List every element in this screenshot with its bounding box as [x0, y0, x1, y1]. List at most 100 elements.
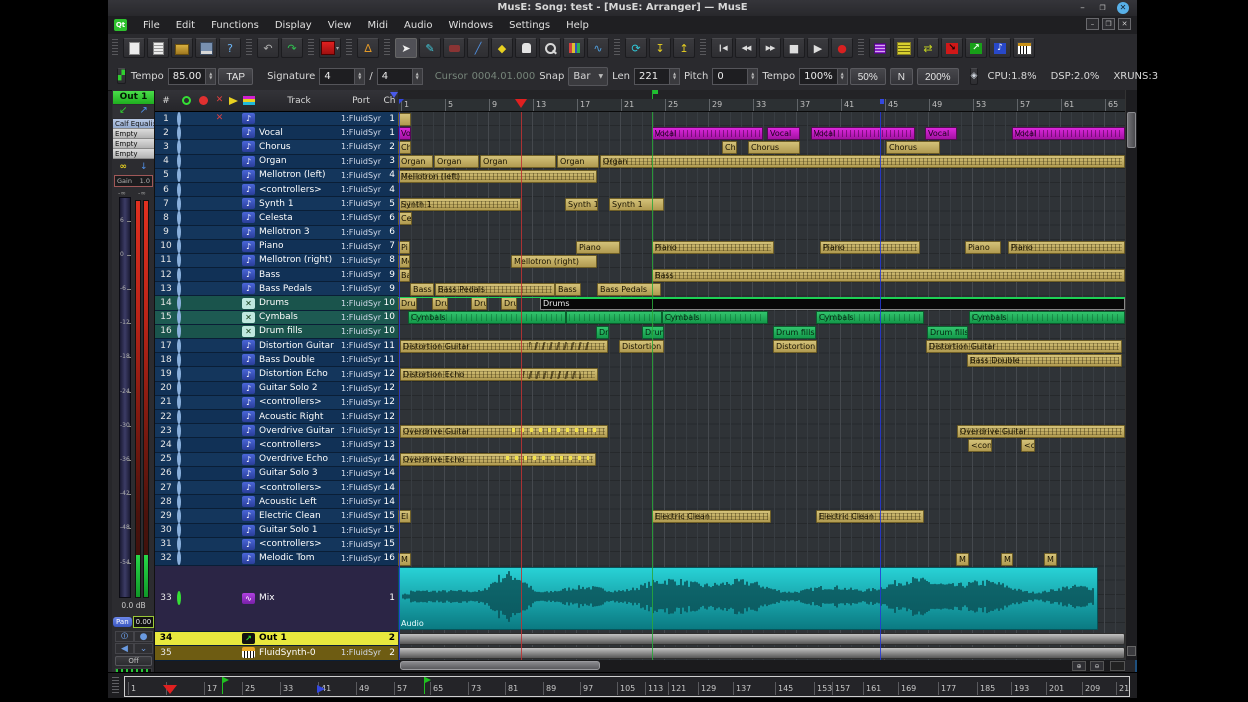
record-arm-ring[interactable] — [177, 452, 181, 466]
record-arm-icon[interactable] — [177, 383, 195, 393]
mute-column-icon[interactable] — [199, 96, 208, 105]
master-track-button[interactable]: ↗ — [965, 38, 987, 58]
solo-column-icon[interactable]: ✕ — [212, 96, 227, 105]
track-name[interactable]: Electric Clean — [257, 511, 341, 521]
track-port[interactable]: 1:FluidSyr — [341, 142, 381, 151]
track-name[interactable]: Cymbals — [257, 312, 341, 322]
record-arm-icon[interactable] — [177, 539, 195, 549]
part[interactable]: Drum — [501, 297, 517, 310]
record-arm-icon[interactable] — [177, 255, 195, 265]
record-arm-icon[interactable] — [177, 355, 195, 365]
track-row-Celesta[interactable]: 8♪Celesta1:FluidSyr6 — [155, 211, 398, 225]
track-row-Piano[interactable]: 10♪Piano1:FluidSyr7 — [155, 240, 398, 254]
part[interactable]: Cymbals — [969, 311, 1125, 324]
record-arm-ring[interactable] — [177, 424, 181, 438]
track-channel[interactable]: 13 — [381, 426, 398, 436]
menu-audio[interactable]: Audio — [396, 18, 440, 33]
part[interactable]: Chorus — [748, 141, 800, 154]
scroll-corner-button[interactable] — [1110, 661, 1125, 671]
record-arm-icon[interactable] — [177, 270, 195, 280]
menu-functions[interactable]: Functions — [203, 18, 267, 33]
record-arm-ring[interactable] — [177, 481, 181, 495]
track-port[interactable]: 1:FluidSyr — [341, 199, 381, 208]
green-marker-icon[interactable] — [652, 90, 653, 99]
pitch-spinbox[interactable]: 0▲▼ — [712, 68, 758, 85]
track-port[interactable]: 1:FluidSyr — [341, 128, 381, 137]
zoom-tool-button[interactable] — [539, 38, 561, 58]
part[interactable]: Drum — [398, 297, 417, 310]
record-arm-icon[interactable] — [177, 497, 195, 507]
len-spinbox[interactable]: 221▲▼ — [634, 68, 680, 85]
record-arm-icon[interactable] — [177, 284, 195, 294]
track-port[interactable]: 1:FluidSyr — [341, 270, 381, 279]
score-editor-button[interactable]: ♪ — [989, 38, 1011, 58]
track-row-Bass Double[interactable]: 18♪Bass Double1:FluidSyr11 — [155, 353, 398, 367]
track-channel[interactable]: 13 — [381, 440, 398, 450]
track-name[interactable]: Synth 1 — [257, 199, 341, 209]
track-row-Drums[interactable]: 14✕Drums1:FluidSyr10 — [155, 296, 398, 310]
spinner-arrows-icon[interactable]: ▲▼ — [206, 68, 216, 85]
track-name[interactable]: Bass Double — [257, 355, 341, 365]
part[interactable]: Drum — [432, 297, 448, 310]
part[interactable]: Vocal — [925, 127, 957, 140]
stop-button-button[interactable]: ■ — [783, 38, 805, 58]
part[interactable]: Distortion — [619, 340, 664, 353]
menu-file[interactable]: File — [135, 18, 168, 33]
track-channel[interactable]: 14 — [381, 468, 398, 478]
part[interactable]: Mellotron (left) — [398, 170, 597, 183]
part[interactable]: Distortion — [773, 340, 817, 353]
punch-in-button[interactable]: ↧ — [649, 38, 671, 58]
part[interactable]: M — [956, 553, 969, 566]
part[interactable]: Vocal — [767, 127, 800, 140]
mdi-close-button[interactable]: ✕ — [1118, 18, 1131, 30]
record-arm-icon[interactable] — [177, 185, 195, 195]
track-port[interactable]: 1:FluidSyr — [341, 440, 381, 449]
rack-slot-4[interactable]: Empty — [113, 149, 154, 159]
record-arm-ring[interactable] — [177, 367, 181, 381]
gain-control[interactable]: Gain 1.0 — [114, 175, 153, 187]
track-row-<controllers>[interactable]: 6♪<controllers>1:FluidSyr4 — [155, 183, 398, 197]
rack-slot-3[interactable]: Empty — [113, 139, 154, 149]
part[interactable]: Bass — [410, 283, 434, 296]
track-name[interactable]: Overdrive Guitar — [257, 426, 341, 436]
record-arm-icon[interactable] — [177, 454, 195, 464]
track-name[interactable]: Bass Pedals — [257, 284, 341, 294]
track-row-Cymbals[interactable]: 15✕Cymbals1:FluidSyr10 — [155, 311, 398, 325]
record-arm-ring[interactable] — [177, 495, 181, 509]
part[interactable]: Mellotron (right) — [511, 255, 597, 268]
track-port[interactable]: 1:FluidSyr — [341, 327, 381, 336]
pointer-tool-button[interactable]: ➤ — [395, 38, 417, 58]
record-arm-icon[interactable] — [177, 128, 195, 138]
record-arm-ring[interactable] — [177, 225, 181, 239]
hzoom-out-button[interactable]: ⊖ — [1090, 661, 1104, 671]
track-port[interactable]: 1:FluidSyr — [341, 483, 381, 492]
mdi-restore-button[interactable]: ❐ — [1102, 18, 1115, 30]
record-arm-icon[interactable] — [177, 326, 195, 336]
track-port[interactable]: 1:FluidSyr — [341, 648, 381, 657]
track-row-Overdrive Guitar[interactable]: 23♪Overdrive Guitar1:FluidSyr13 — [155, 424, 398, 438]
record-arm-ring[interactable] — [177, 509, 181, 523]
pan-knob[interactable]: Pan — [113, 617, 132, 627]
track-name[interactable]: Distortion Guitar — [257, 341, 341, 351]
track-port[interactable]: 1:FluidSyr — [341, 228, 381, 237]
horizontal-scrollbar-thumb[interactable] — [400, 661, 600, 670]
track-row-Guitar Solo 2[interactable]: 20♪Guitar Solo 21:FluidSyr12 — [155, 382, 398, 396]
part[interactable]: Organ — [557, 155, 599, 168]
track-port[interactable]: 1:FluidSyr — [341, 554, 381, 563]
track-port[interactable]: 1:FluidSyr — [341, 284, 381, 293]
record-arm-icon[interactable] — [177, 553, 195, 563]
record-arm-ring[interactable] — [177, 310, 181, 324]
track-name[interactable]: Distortion Echo — [257, 369, 341, 379]
open-file-button[interactable] — [171, 38, 193, 58]
track-port[interactable]: 1:FluidSyr — [341, 370, 381, 379]
part[interactable]: Distortion Echo — [400, 368, 598, 381]
track-port[interactable]: 1:FluidSyr — [341, 511, 381, 520]
toolbar-grip[interactable] — [614, 39, 620, 57]
track-channel[interactable]: 12 — [381, 397, 398, 407]
track-channel[interactable]: 4 — [381, 185, 398, 195]
track-row-Acoustic Right[interactable]: 22♪Acoustic Right1:FluidSyr12 — [155, 410, 398, 424]
sig-denominator-spinbox[interactable]: 4▲▼ — [377, 68, 423, 85]
track-channel[interactable]: 11 — [381, 355, 398, 365]
part[interactable]: Vocal — [1012, 127, 1125, 140]
record-arm-icon[interactable] — [177, 142, 195, 152]
